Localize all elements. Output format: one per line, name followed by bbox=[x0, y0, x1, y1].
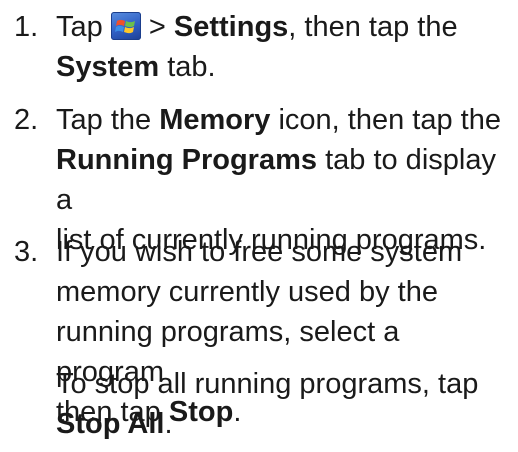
step-number: 2. bbox=[14, 104, 39, 136]
step-number: 3. bbox=[14, 236, 39, 268]
step-line: Tap > Settings, then tap the bbox=[56, 7, 514, 47]
memory-icon-label: Memory bbox=[159, 104, 271, 136]
step-text-segment: , then tap the bbox=[288, 11, 458, 43]
step-line: memory currently used by the bbox=[56, 276, 438, 308]
system-tab-label: System bbox=[56, 51, 160, 83]
windows-start-icon bbox=[110, 12, 141, 40]
note-line: To stop all running programs, tap bbox=[56, 368, 479, 400]
step-line: If you wish to free some system bbox=[56, 236, 463, 268]
step-line: Running Programs tab to display a bbox=[56, 140, 514, 220]
note-text-segment: . bbox=[164, 408, 173, 440]
step-text-segment: tab. bbox=[159, 51, 216, 83]
step-text-segment: Tap bbox=[56, 11, 111, 43]
instruction-document: 1. Tap > Settings, then tap the System t… bbox=[0, 0, 518, 452]
settings-label: Settings bbox=[173, 11, 289, 43]
step-text: Tap > Settings, then tap the System tab. bbox=[56, 7, 514, 87]
step-1: 1. Tap > Settings, then tap the System t… bbox=[14, 7, 514, 87]
stop-all-button-label: Stop All bbox=[56, 408, 165, 440]
step-text-segment: > bbox=[140, 11, 174, 43]
step-text-segment: Tap the bbox=[56, 104, 160, 136]
step-number: 1. bbox=[14, 11, 39, 43]
stop-all-note: To stop all running programs, tap Stop A… bbox=[14, 364, 514, 444]
note-text: To stop all running programs, tap Stop A… bbox=[56, 364, 514, 444]
step-line: Tap the Memory icon, then tap the bbox=[56, 100, 514, 140]
step-text-segment: icon, then tap the bbox=[270, 104, 501, 136]
note-line: Stop All. bbox=[56, 404, 514, 444]
running-programs-tab-label: Running Programs bbox=[56, 144, 318, 176]
step-line: System tab. bbox=[56, 47, 514, 87]
